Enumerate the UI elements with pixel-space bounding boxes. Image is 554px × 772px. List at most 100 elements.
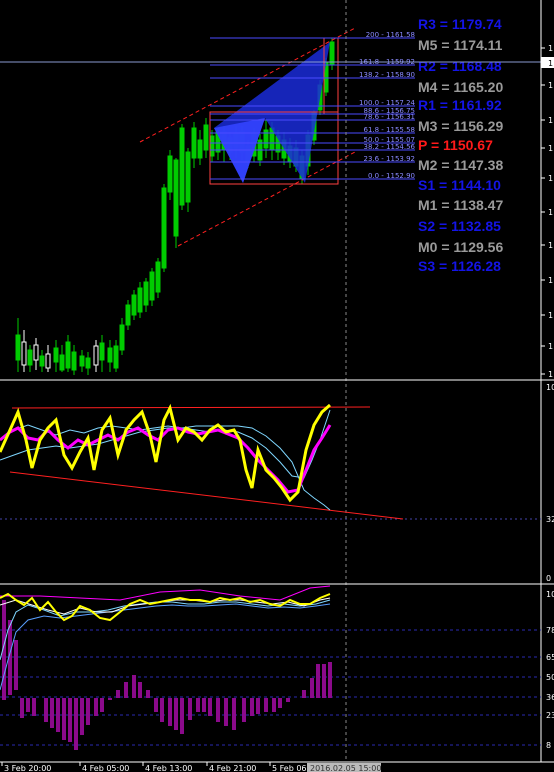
time-axis-label: 4 Feb 13:00	[145, 764, 192, 772]
time-axis-label: 3 Feb 20:00	[4, 764, 51, 772]
histogram-bar	[232, 698, 236, 730]
histogram-bar	[278, 698, 282, 708]
oscillator-pane-2[interactable]	[0, 585, 541, 750]
oscillator-pane-1[interactable]	[0, 403, 541, 520]
candle-body	[21, 341, 27, 366]
histogram-bar	[256, 698, 260, 714]
histogram-bar	[272, 698, 276, 712]
osc2-axis-label: 50	[546, 673, 554, 682]
osc2-axis-label: 78	[546, 626, 554, 635]
histogram-bar	[94, 698, 98, 716]
osc2-axis-label: 23	[546, 711, 554, 720]
histogram-bar	[124, 682, 128, 698]
candle-body	[113, 345, 119, 369]
histogram-bar	[138, 682, 142, 698]
candle-body	[179, 127, 185, 206]
candle-body	[329, 41, 335, 65]
osc2-axis-label: 8	[546, 741, 551, 750]
candle-body	[191, 127, 197, 159]
histogram-bar	[316, 664, 320, 698]
candle-body	[185, 151, 191, 203]
histogram-bar	[56, 698, 60, 732]
histogram-bar	[20, 698, 24, 718]
histogram-bar	[188, 698, 192, 720]
time-axis-label: 4 Feb 05:00	[82, 764, 129, 772]
histogram-bar	[168, 698, 172, 726]
price-axis-label: 1	[548, 342, 553, 351]
pivot-level-label: R2 = 1168.48	[418, 58, 502, 74]
candle-body	[173, 159, 179, 237]
price-axis-label: 1	[548, 370, 553, 379]
candle-body	[203, 124, 209, 151]
current-price-label: 1	[548, 59, 553, 68]
fib-level-label: 100.0 - 1157.24	[359, 99, 416, 107]
osc1-signal-line-2	[0, 425, 331, 511]
histogram-bar	[242, 698, 246, 722]
histogram-bar	[224, 698, 228, 726]
osc1-trend-lower[interactable]	[9, 471, 404, 520]
price-axis-label: 1	[548, 208, 553, 217]
histogram-bar	[302, 690, 306, 698]
candle-body	[155, 261, 161, 293]
candle-body	[79, 355, 85, 367]
histogram-bar	[250, 698, 254, 716]
histogram-bar	[62, 698, 66, 740]
candle-body	[27, 349, 33, 366]
candle-body	[33, 344, 39, 361]
histogram-bar	[202, 698, 206, 712]
pivot-level-label: R1 = 1161.92	[418, 97, 502, 113]
histogram-bar	[80, 698, 84, 735]
candle-body	[71, 351, 77, 371]
osc1-trend-upper[interactable]	[11, 406, 371, 409]
histogram-bar	[116, 690, 120, 698]
histogram-bar	[146, 690, 150, 698]
pivot-level-label: S1 = 1144.10	[418, 177, 501, 193]
fib-level-label: 78.6 - 1156.31	[363, 113, 415, 121]
candle-body	[15, 334, 21, 361]
candle-body	[149, 271, 155, 301]
price-pane[interactable]: 200 - 1161.58161.8 - 1159.92138.2 - 1158…	[0, 0, 541, 379]
candle-body	[137, 287, 143, 313]
histogram-bar	[26, 698, 30, 712]
candle-body	[85, 357, 91, 369]
osc1-axis-top: 10	[546, 383, 554, 392]
pivot-level-label: M0 = 1129.56	[418, 239, 503, 255]
price-axis-label: 1	[548, 144, 553, 153]
pivot-level-label: S3 = 1126.28	[418, 258, 501, 274]
candle-body	[107, 347, 113, 363]
candle-body	[197, 139, 203, 159]
pivot-level-label: M2 = 1147.38	[418, 157, 503, 173]
histogram-bar	[310, 678, 314, 698]
candle-body	[39, 355, 45, 367]
trading-chart[interactable]: 200 - 1161.58161.8 - 1159.92138.2 - 1158…	[0, 0, 554, 772]
time-axis-label: 5 Feb 06:	[272, 764, 309, 772]
osc2-axis-label: 10	[546, 590, 554, 599]
osc1-magenta-line	[0, 424, 332, 494]
candle-body	[143, 281, 149, 306]
histogram-bar	[264, 698, 268, 712]
pivot-level-label: M5 = 1174.11	[418, 37, 503, 53]
histogram-bar	[132, 675, 136, 698]
price-axis-label: 1	[548, 81, 553, 90]
candle-body	[119, 324, 125, 351]
candle-body	[53, 347, 59, 363]
candle-body	[125, 304, 131, 326]
histogram-bar	[160, 698, 164, 722]
pivot-level-label: M4 = 1165.20	[418, 79, 503, 95]
histogram-bar	[208, 698, 212, 716]
pivot-level-label: M1 = 1138.47	[418, 197, 503, 213]
price-axis-label: 1	[548, 276, 553, 285]
price-axis-label: 1	[548, 44, 553, 53]
candle-body	[45, 353, 51, 369]
time-axis[interactable]: 3 Feb 20:00 4 Feb 05:00 4 Feb 13:00 4 Feb 2…	[1, 762, 309, 772]
osc2-magenta-line	[0, 585, 331, 601]
histogram-bar	[86, 698, 90, 725]
histogram-bar	[50, 698, 54, 728]
pivot-level-label: R3 = 1179.74	[418, 16, 502, 32]
histogram-bar	[108, 698, 112, 700]
histogram-bar	[74, 698, 78, 750]
price-axis[interactable]: 1 1 1 1 1 1 1 1 1 1 1	[541, 44, 553, 379]
candle-body	[59, 354, 65, 371]
histogram-bar	[32, 698, 36, 716]
fib-level-label: 61.8 - 1155.58	[363, 126, 415, 134]
